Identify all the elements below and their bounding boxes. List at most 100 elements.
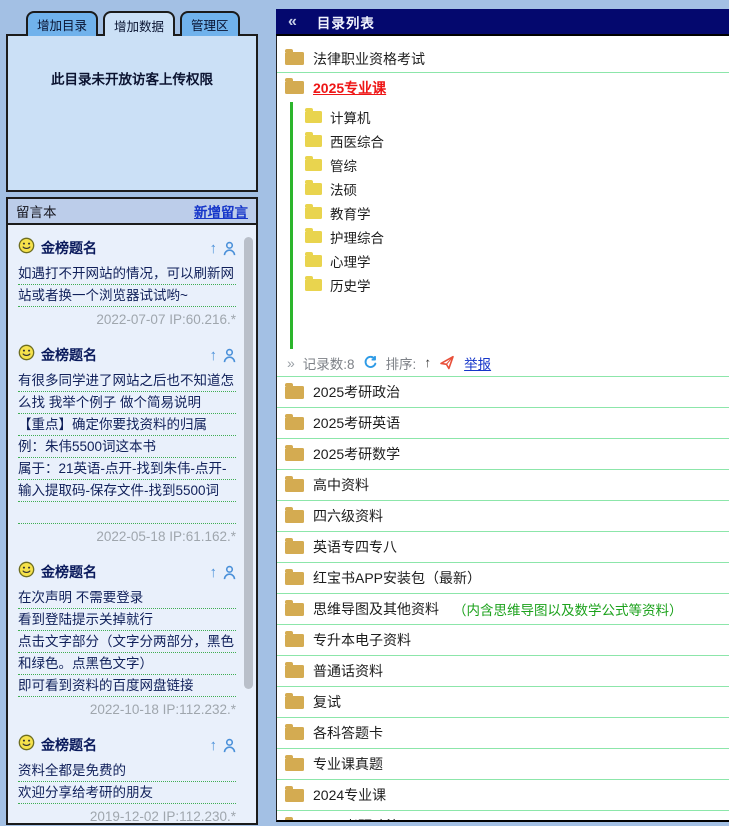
message-line: 【重点】确定你要找资料的归属 xyxy=(18,415,236,436)
folder-row[interactable]: 2025考研数学 xyxy=(277,439,729,470)
message-line: 看到登陆提示关掉就行 xyxy=(18,610,236,631)
refresh-icon[interactable] xyxy=(363,355,378,370)
message-date-ip: 2022-07-07 IP:60.216.* xyxy=(18,312,236,327)
folder-list: 2025考研政治 2025考研英语 2025考研数学高中资料四六级资料英语专四专八红… xyxy=(277,377,729,822)
collapse-icon[interactable]: « xyxy=(288,13,297,31)
folder-icon xyxy=(305,207,322,219)
record-count: 记录数:8 xyxy=(303,353,355,373)
subfolder-row[interactable]: 计算机 xyxy=(277,105,729,129)
person-icon[interactable] xyxy=(223,738,236,753)
folder-icon xyxy=(305,135,322,147)
smiley-icon xyxy=(18,734,35,756)
folder-label[interactable]: 2024专业课 xyxy=(313,785,386,805)
folder-label[interactable]: 英语专四专八 xyxy=(313,537,397,557)
message-author: 金榜题名 xyxy=(41,238,204,258)
message-line: 输入提取码-保存文件-找到5500词 xyxy=(18,481,236,502)
folder-row[interactable]: 思维导图及其他资料 （内含思维导图以及数学公式等资料） xyxy=(277,594,729,625)
folder-label[interactable]: 复试 xyxy=(313,692,341,712)
subfolder-row[interactable]: 护理综合 xyxy=(277,225,729,249)
scrollbar-thumb[interactable] xyxy=(244,237,253,689)
folder-label[interactable]: 高中资料 xyxy=(313,475,369,495)
folder-label[interactable]: 思维导图及其他资料 xyxy=(313,599,439,619)
folder-icon xyxy=(305,183,322,195)
report-plane-icon[interactable] xyxy=(439,355,455,370)
folder-icon xyxy=(285,510,304,523)
smiley-icon xyxy=(18,344,35,366)
directory-content: 法律职业资格考试 2025专业课 计算机西医综合管综法硕教育学护理综合心理学历史… xyxy=(276,36,729,822)
subfolder-tree: 计算机西医综合管综法硕教育学护理综合心理学历史学 xyxy=(277,102,729,349)
folder-label-selected[interactable]: 2025专业课 xyxy=(313,78,386,98)
upvote-arrow-icon[interactable]: ↑ xyxy=(210,738,218,753)
guestbook-list: 金榜题名↑如遇打不开网站的情况，可以刷新网站或者换一个浏览器试试哟~2022-0… xyxy=(6,225,258,825)
message-line: 和绿色。点黑色文字） xyxy=(18,654,236,675)
folder-icon xyxy=(285,52,304,65)
folder-label[interactable]: 2025考研政治 xyxy=(313,382,400,402)
folder-row[interactable]: 普通话资料 xyxy=(277,656,729,687)
tab-1[interactable]: 增加目录 xyxy=(26,11,98,36)
folder-icon xyxy=(285,479,304,492)
folder-row[interactable]: 2025考研政治 xyxy=(277,377,729,408)
upvote-arrow-icon[interactable]: ↑ xyxy=(210,565,218,580)
message-line: 点击文字部分（文字分两部分，黑色 xyxy=(18,632,236,653)
message-author: 金榜题名 xyxy=(41,345,204,365)
new-message-link[interactable]: 新增留言 xyxy=(194,201,248,221)
person-icon[interactable] xyxy=(223,565,236,580)
folder-label[interactable]: 四六级资料 xyxy=(313,506,383,526)
subfolder-row[interactable]: 教育学 xyxy=(277,201,729,225)
folder-row[interactable]: 2024考研政治 xyxy=(277,811,729,822)
subfolder-row[interactable]: 西医综合 xyxy=(277,129,729,153)
message-line: 如遇打不开网站的情况，可以刷新网 xyxy=(18,264,236,285)
folder-label[interactable]: 专升本电子资料 xyxy=(313,630,411,650)
message-header: 金榜题名 ↑ xyxy=(18,237,236,259)
folder-row[interactable]: 高中资料 xyxy=(277,470,729,501)
folder-icon xyxy=(285,417,304,430)
message-line: 欢迎分享给考研的朋友 xyxy=(18,783,236,804)
chevrons-icon[interactable]: » xyxy=(287,355,295,371)
folder-row[interactable]: 2024专业课 xyxy=(277,780,729,811)
subfolder-label[interactable]: 管综 xyxy=(330,155,357,175)
person-icon[interactable] xyxy=(223,241,236,256)
folder-row-root[interactable]: 法律职业资格考试 xyxy=(277,45,729,73)
subfolder-label[interactable]: 心理学 xyxy=(330,251,371,271)
subfolder-row[interactable]: 历史学 xyxy=(277,273,729,297)
message-item: 金榜题名↑有很多同学进了网站之后也不知道怎么找 我举个例子 做个简易说明【重点】… xyxy=(18,344,236,544)
subfolder-row[interactable]: 法硕 xyxy=(277,177,729,201)
subfolder-label[interactable]: 西医综合 xyxy=(330,131,384,151)
person-icon[interactable] xyxy=(223,348,236,363)
folder-row[interactable]: 专升本电子资料 xyxy=(277,625,729,656)
upvote-arrow-icon[interactable]: ↑ xyxy=(210,241,218,256)
folder-label[interactable]: 各科答题卡 xyxy=(313,723,383,743)
folder-row[interactable]: 2025考研英语 xyxy=(277,408,729,439)
folder-label[interactable]: 普通话资料 xyxy=(313,661,383,681)
folder-row[interactable]: 英语专四专八 xyxy=(277,532,729,563)
folder-icon xyxy=(305,255,322,267)
upvote-arrow-icon[interactable]: ↑ xyxy=(210,348,218,363)
subfolder-label[interactable]: 教育学 xyxy=(330,203,371,223)
folder-label[interactable]: 红宝书APP安装包（最新） xyxy=(313,568,481,588)
folder-row[interactable]: 四六级资料 xyxy=(277,501,729,532)
folder-row[interactable]: 专业课真题 xyxy=(277,749,729,780)
folder-icon xyxy=(305,279,322,291)
tab-bar: 增加目录增加数据管理区 xyxy=(26,11,258,36)
tab-2[interactable]: 增加数据 xyxy=(103,11,175,36)
folder-note: （内含思维导图以及数学公式等资料） xyxy=(453,599,683,619)
folder-icon xyxy=(285,541,304,554)
subfolder-label[interactable]: 法硕 xyxy=(330,179,357,199)
tab-3[interactable]: 管理区 xyxy=(180,11,240,36)
folder-label[interactable]: 2025考研英语 xyxy=(313,413,400,433)
folder-label[interactable]: 2024考研政治 xyxy=(313,816,400,822)
folder-label[interactable]: 专业课真题 xyxy=(313,754,383,774)
subfolder-row[interactable]: 管综 xyxy=(277,153,729,177)
report-link[interactable]: 举报 xyxy=(464,353,491,373)
folder-row[interactable]: 各科答题卡 xyxy=(277,718,729,749)
folder-label[interactable]: 2025考研数学 xyxy=(313,444,400,464)
folder-row[interactable]: 红宝书APP安装包（最新） xyxy=(277,563,729,594)
subfolder-label[interactable]: 护理综合 xyxy=(330,227,384,247)
sort-direction-arrow[interactable]: ↑ xyxy=(424,355,431,370)
folder-row[interactable]: 复试 xyxy=(277,687,729,718)
subfolder-row[interactable]: 心理学 xyxy=(277,249,729,273)
folder-label[interactable]: 法律职业资格考试 xyxy=(313,49,425,69)
folder-row-selected[interactable]: 2025专业课 xyxy=(277,73,729,102)
subfolder-label[interactable]: 计算机 xyxy=(330,107,371,127)
subfolder-label[interactable]: 历史学 xyxy=(330,275,371,295)
